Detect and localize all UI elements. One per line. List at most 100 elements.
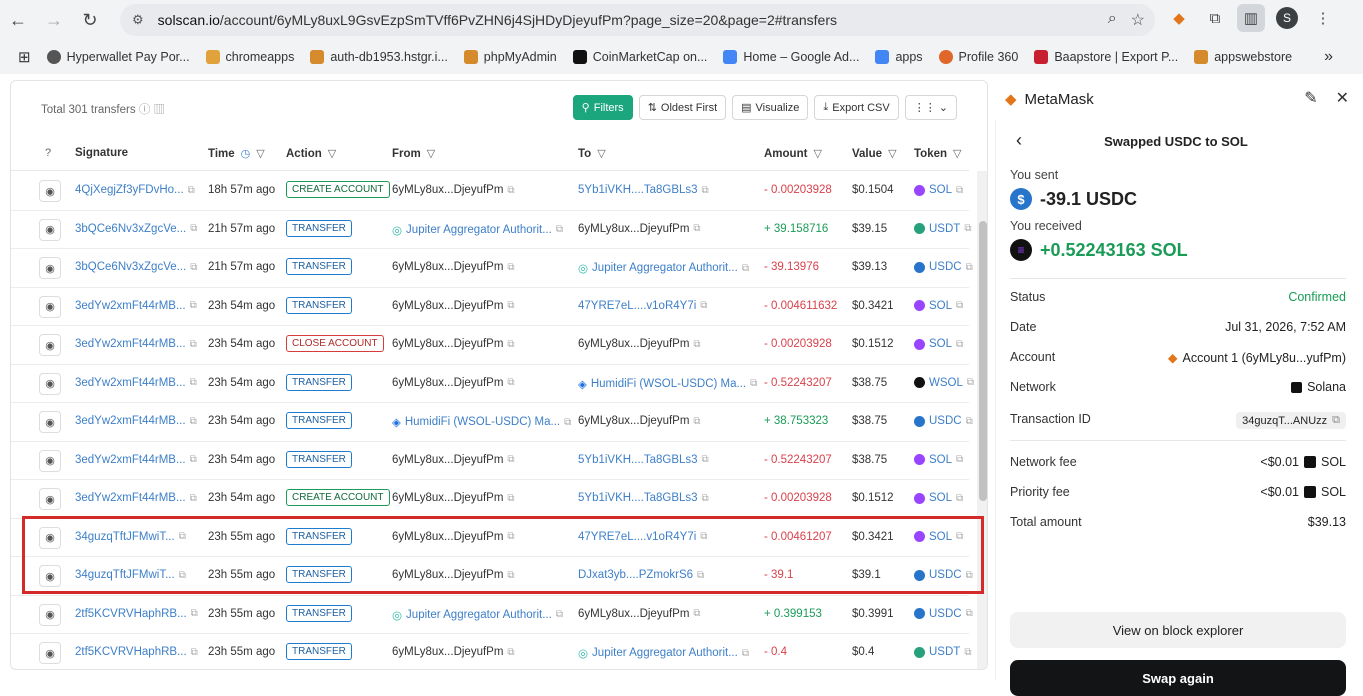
copy-icon[interactable]: ⧉ <box>507 262 514 273</box>
token-cell[interactable]: USDC ⧉ <box>914 261 973 273</box>
copy-icon[interactable]: ⧉ <box>507 647 514 658</box>
visualize-button[interactable]: ▤ Visualize <box>732 95 809 120</box>
site-info-icon[interactable]: ⚙ <box>132 12 144 28</box>
side-panel-icon[interactable]: ▥ <box>1237 4 1265 32</box>
copy-icon[interactable]: ⧉ <box>556 224 563 235</box>
to-address[interactable]: 5Yb1iVKH....Ta8GBLs3 <box>578 454 698 466</box>
to-address[interactable]: Jupiter Aggregator Authorit... <box>592 647 738 659</box>
signature-link[interactable]: 3edYw2xmFt44rMB... <box>75 300 186 312</box>
to-address[interactable]: DJxat3yb....PZmokrS6 <box>578 569 693 581</box>
filter-icon[interactable]: ▽ <box>427 147 435 160</box>
metamask-fox-icon[interactable]: ◆ <box>1165 4 1193 32</box>
view-eye-icon[interactable]: ◉ <box>39 603 61 626</box>
copy-icon[interactable]: ⧉ <box>190 493 197 504</box>
view-eye-icon[interactable]: ◉ <box>39 257 61 279</box>
bookmark-item[interactable]: Hyperwallet Pay Por... <box>39 50 198 64</box>
signature-link[interactable]: 34guzqTftJFMwiT... <box>75 531 175 543</box>
col-value[interactable]: Value ▽ <box>852 147 897 161</box>
copy-icon[interactable]: ⧉ <box>742 648 749 659</box>
col-to[interactable]: To ▽ <box>578 147 606 161</box>
copy-icon[interactable]: ⧉ <box>507 570 514 581</box>
bookmark-item[interactable]: phpMyAdmin <box>456 50 565 64</box>
copy-icon[interactable]: ⧉ <box>507 185 514 196</box>
copy-icon[interactable]: ⧉ <box>693 339 700 350</box>
token-cell[interactable]: USDT ⧉ <box>914 223 971 235</box>
bookmark-item[interactable]: Home – Google Ad... <box>715 50 867 64</box>
copy-icon[interactable]: ⧉ <box>956 493 963 504</box>
col-token[interactable]: Token ▽ <box>914 147 961 161</box>
signature-link[interactable]: 3edYw2xmFt44rMB... <box>75 377 186 389</box>
to-address[interactable]: Jupiter Aggregator Authorit... <box>592 262 738 274</box>
bookmark-item[interactable]: chromeapps <box>198 50 303 64</box>
to-address[interactable]: 47YRE7eL....v1oR4Y7i <box>578 531 696 543</box>
view-eye-icon[interactable]: ◉ <box>39 372 61 395</box>
signature-link[interactable]: 4QjXegjZf3yFDvHo... <box>75 184 184 196</box>
export-csv-button[interactable]: ⤓ Export CSV <box>814 95 899 120</box>
copy-icon[interactable]: ⧉ <box>956 300 963 311</box>
copy-icon[interactable]: ⧉ <box>700 300 707 311</box>
copy-icon[interactable]: ⧉ <box>190 339 197 350</box>
scrollbar-thumb[interactable] <box>979 221 987 501</box>
view-eye-icon[interactable]: ◉ <box>39 334 61 356</box>
view-eye-icon[interactable]: ◉ <box>39 565 61 587</box>
filter-icon[interactable]: ▽ <box>953 147 961 160</box>
copy-icon[interactable]: ⧉ <box>179 531 186 542</box>
oldest-first-button[interactable]: ⇅ Oldest First <box>638 95 727 120</box>
unpin-icon[interactable]: ✎ <box>1304 88 1317 108</box>
filters-button[interactable]: ⚲ Filters <box>572 95 633 120</box>
copy-icon[interactable]: ⧉ <box>507 454 514 465</box>
filter-icon[interactable]: ▽ <box>256 147 264 160</box>
copy-icon[interactable]: ⧉ <box>190 454 197 465</box>
zoom-icon[interactable]: ⌕ <box>1108 10 1117 30</box>
copy-icon[interactable]: ⧉ <box>693 608 700 619</box>
copy-icon[interactable]: ⧉ <box>702 454 709 465</box>
copy-icon[interactable]: ⧉ <box>507 377 514 388</box>
copy-icon[interactable]: ⧉ <box>507 493 514 504</box>
copy-icon[interactable]: ⧉ <box>507 300 514 311</box>
extensions-puzzle-icon[interactable]: ⧉ <box>1201 4 1229 32</box>
copy-icon[interactable]: ⧉ <box>191 608 198 619</box>
col-from[interactable]: From ▽ <box>392 147 435 161</box>
copy-icon[interactable]: ⧉ <box>693 416 700 427</box>
to-address[interactable]: 47YRE7eL....v1oR4Y7i <box>578 300 696 312</box>
token-cell[interactable]: WSOL ⧉ <box>914 377 974 389</box>
txid-copy-button[interactable]: 34guzqT...ANUzz ⧉ <box>1236 412 1346 429</box>
clock-icon[interactable]: ◷ <box>241 147 251 160</box>
token-cell[interactable]: USDC ⧉ <box>914 415 973 427</box>
copy-icon[interactable]: ⧉ <box>693 223 700 234</box>
columns-menu-button[interactable]: ⋮⋮ ⌄ <box>904 95 957 120</box>
copy-icon[interactable]: ⧉ <box>742 263 749 274</box>
copy-icon[interactable]: ⧉ <box>964 223 971 234</box>
copy-icon[interactable]: ⧉ <box>179 570 186 581</box>
token-cell[interactable]: USDT ⧉ <box>914 646 971 658</box>
bookmark-item[interactable]: auth-db1953.hstgr.i... <box>302 50 455 64</box>
copy-icon[interactable]: ⧉ <box>956 185 963 196</box>
copy-icon[interactable]: ⧉ <box>750 378 757 389</box>
info-icon[interactable]: ⓘ <box>139 104 151 116</box>
bookmark-star-icon[interactable]: ☆ <box>1131 10 1145 30</box>
reload-icon[interactable]: ↻ <box>72 2 108 38</box>
copy-icon[interactable]: ⧉ <box>702 493 709 504</box>
copy-icon[interactable]: ⧉ <box>956 339 963 350</box>
to-address[interactable]: HumidiFi (WSOL-USDC) Ma... <box>591 378 746 390</box>
copy-icon[interactable]: ⧉ <box>702 185 709 196</box>
view-eye-icon[interactable]: ◉ <box>39 180 61 202</box>
copy-icon[interactable]: ⧉ <box>956 454 963 465</box>
copy-icon[interactable]: ⧉ <box>967 377 974 388</box>
copy-icon[interactable]: ⧉ <box>190 416 197 427</box>
bookmark-item[interactable]: Profile 360 <box>931 50 1027 64</box>
signature-link[interactable]: 3bQCe6Nv3xZgcVe... <box>75 223 186 235</box>
bookmark-item[interactable]: appswebstore <box>1186 50 1300 64</box>
copy-icon[interactable]: ⧉ <box>964 647 971 658</box>
view-eye-icon[interactable]: ◉ <box>39 526 61 549</box>
menu-kebab-icon[interactable]: ⋮ <box>1309 4 1337 32</box>
signature-link[interactable]: 3edYw2xmFt44rMB... <box>75 454 186 466</box>
view-eye-icon[interactable]: ◉ <box>39 488 61 510</box>
forward-icon[interactable]: → <box>36 2 72 38</box>
copy-icon[interactable]: ⧉ <box>700 531 707 542</box>
bookmark-item[interactable]: Baapstore | Export P... <box>1026 50 1186 64</box>
copy-icon[interactable]: ⧉ <box>190 223 197 234</box>
col-amount[interactable]: Amount ▽ <box>764 147 822 161</box>
copy-icon[interactable]: ⧉ <box>966 262 973 273</box>
token-cell[interactable]: SOL ⧉ <box>914 300 963 312</box>
